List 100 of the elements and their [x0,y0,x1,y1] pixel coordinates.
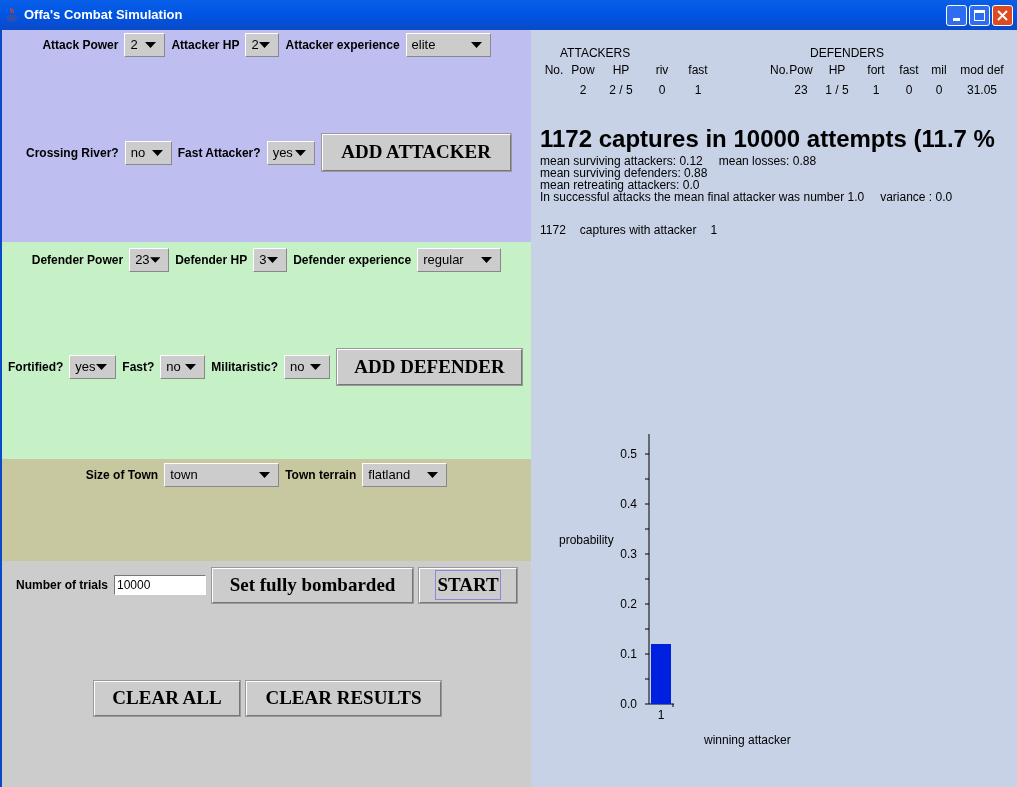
field-label: Crossing River? [26,144,119,162]
close-icon [997,9,1008,21]
stat-text: variance : 0.0 [880,191,953,203]
field-label: Number of trials [16,577,108,594]
field-label: Defender HP [175,252,248,269]
dropdown[interactable]: no [124,140,172,165]
bar [651,644,671,704]
dropdown[interactable]: yes [69,355,117,379]
column-header: HP [611,62,631,79]
stat-text: mean retreating attackers: 0.0 [540,179,700,191]
minimize-button[interactable] [946,4,967,26]
results-headline: 1172 captures in 10000 attempts (11.7 % [540,124,996,154]
coffee-cup-icon [4,7,20,23]
caret-icon [149,257,161,263]
dropdown[interactable]: no [160,355,206,379]
dropdown[interactable]: yes [266,140,315,165]
table-title: ATTACKERS [560,45,632,60]
field-label: Attacker experience [285,37,400,54]
table-cell-text: 0 [934,82,944,99]
field-label: Size of Town [85,467,159,484]
table-cell-text: 23 [793,82,809,99]
stat-text: mean surviving attackers: 0.12 [540,155,703,167]
capture-label: captures with attacker [579,222,697,239]
caret-icon [259,472,271,478]
caret-icon [267,257,279,263]
field-label: Fortified? [8,359,64,376]
axis-title: probability [559,533,614,547]
dropdown[interactable]: 3 [253,248,288,272]
table-cell-text: 1 [871,82,881,99]
close-button[interactable] [992,4,1013,26]
stat-text: In successful attacks the mean final attacker was number 1.0 [540,191,865,203]
field-label: Town terrain [285,467,357,484]
dropdown[interactable]: flatland [362,463,448,487]
dropdown[interactable]: no [284,355,331,379]
dropdown[interactable]: town [164,463,280,487]
minimize-icon [953,17,960,21]
caret-icon [151,149,163,156]
table-title: DEFENDERS [810,45,885,60]
field-label: Defender experience [293,252,412,269]
dropdown[interactable]: 23 [129,248,170,272]
stat-text: mean losses: 0.88 [718,155,817,167]
field-label: Fast Attacker? [177,144,261,162]
column-header: HP [827,62,847,79]
caret-icon [481,257,493,263]
field-label: Attack Power [42,37,119,54]
stat-text: mean surviving defenders: 0.88 [540,167,708,179]
action-button[interactable]: START [419,567,517,603]
caret-icon [470,42,482,48]
table-cell-text: 2 [578,82,588,99]
action-button[interactable]: ADD DEFENDER [337,349,523,385]
capture-count: 1172 [540,222,566,239]
column-header: Pow [570,62,596,79]
maximize-button[interactable] [969,4,990,26]
table-cell-text: 31.05 [966,82,998,99]
field-label: Fast? [122,359,155,376]
axis-title: winning attacker [704,733,791,747]
caret-icon [259,42,271,48]
table-cell-text: 0 [904,82,914,99]
column-header: No. [543,62,565,79]
column-header: mod def [959,62,1005,79]
dropdown[interactable]: 2 [245,33,280,57]
action-button[interactable]: CLEAR RESULTS [246,681,441,716]
field-label: Defender Power [31,252,124,269]
column-header: riv [654,62,670,79]
column-header: fort [866,62,886,79]
tick-label: 0.1 [620,647,637,661]
dropdown[interactable]: elite [405,33,491,57]
window-title: Offa's Combat Simulation [24,6,184,25]
attacker-number: 1 [710,222,718,239]
caret-icon [294,149,306,156]
column-header: Pow [788,62,814,79]
action-button[interactable]: Set fully bombarded [212,567,413,603]
caret-icon [310,364,322,370]
tick-label: 1 [657,708,665,722]
column-header: mil [930,62,948,79]
dropdown[interactable]: 2 [124,33,166,57]
caret-icon [96,364,108,370]
x-axis [648,703,675,708]
tick-label: 0.3 [620,547,637,561]
maximize-icon [974,9,985,21]
caret-icon [427,472,439,478]
tick-label: 0.2 [620,597,637,611]
field-label: Militaristic? [211,359,279,376]
caret-icon [185,364,197,370]
column-header: fast [687,62,709,79]
caret-icon [145,42,157,48]
tick-label: 0.0 [620,697,637,711]
trials-field[interactable]: 10000 [114,575,206,595]
table-cell-text: 0 [657,82,667,99]
column-header: fast [898,62,920,79]
action-button[interactable]: ADD ATTACKER [321,134,511,171]
dropdown[interactable]: regular [417,248,502,272]
tick-label: 0.4 [620,497,637,511]
tick-label: 0.5 [620,447,637,461]
table-cell-text: 1 / 5 [824,82,850,99]
table-cell-text: 2 / 5 [608,82,634,99]
table-cell-text: 1 [693,82,703,99]
field-label: Attacker HP [171,37,240,54]
action-button[interactable]: CLEAR ALL [94,681,240,716]
column-header: No. [770,62,786,79]
